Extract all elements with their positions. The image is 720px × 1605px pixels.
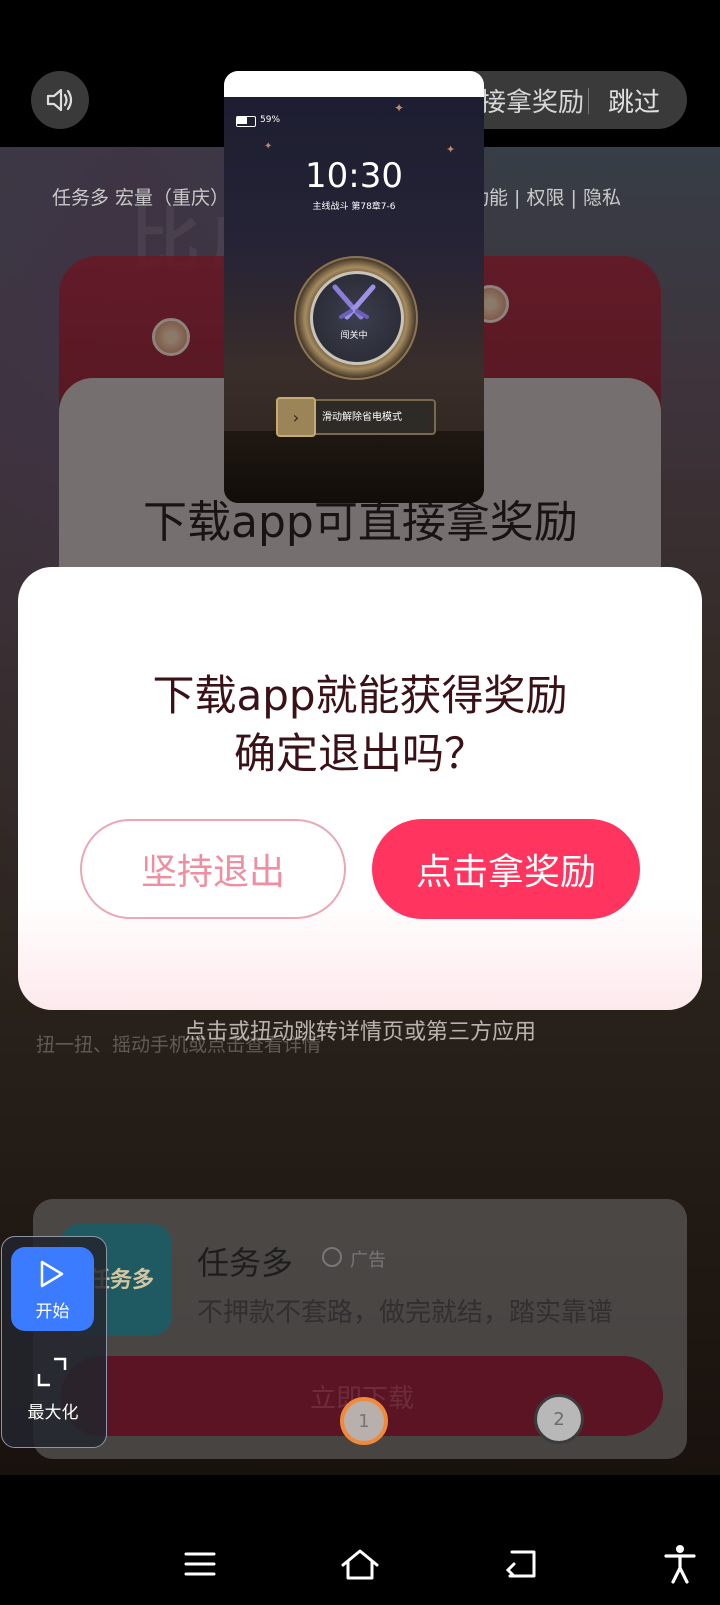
ad-tag-icon bbox=[322, 1247, 342, 1267]
maximize-label[interactable]: 最大化 bbox=[1, 1398, 105, 1423]
company-info: 任务多 宏量（重庆） bbox=[52, 187, 230, 209]
phone-preview: 59% ✦ ✦ ✦ 10:30 主线战斗 第78章7-6 闯关中 › 滑动解除省… bbox=[224, 71, 484, 503]
slide-knob-icon: › bbox=[276, 397, 316, 437]
pill-divider bbox=[588, 88, 589, 114]
accessibility-icon[interactable] bbox=[656, 1540, 704, 1588]
battery-fill bbox=[237, 117, 247, 124]
twist-hint: 点击或扭动跳转详情页或第三方应用 bbox=[183, 1020, 536, 1045]
app-description: 不押款不套路，做完就结，踏实靠谱 bbox=[197, 1298, 614, 1328]
star-icon: ✦ bbox=[264, 141, 273, 152]
phone-top-strip bbox=[224, 71, 484, 97]
phone-subtitle: 主线战斗 第78章7-6 bbox=[312, 202, 396, 212]
sound-button[interactable] bbox=[31, 71, 89, 129]
touch-marker-1: 1 bbox=[340, 1397, 388, 1445]
app-name: 任务多 bbox=[197, 1244, 294, 1282]
home-icon[interactable] bbox=[336, 1540, 384, 1588]
badge-label: 闯关中 bbox=[340, 331, 368, 341]
star-icon: ✦ bbox=[394, 101, 405, 115]
back-icon[interactable] bbox=[496, 1540, 544, 1588]
menu-icon[interactable] bbox=[176, 1540, 224, 1588]
skip-button[interactable]: 跳过 bbox=[608, 82, 660, 119]
start-label: 开始 bbox=[35, 1302, 70, 1322]
battery-text: 59% bbox=[260, 115, 281, 125]
phone-time: 10:30 bbox=[305, 156, 403, 196]
get-reward-button[interactable]: 点击拿奖励 bbox=[372, 819, 640, 919]
dialog-message-line2: 确定退出吗？ bbox=[233, 729, 486, 778]
crossed-swords-icon bbox=[332, 284, 376, 320]
exit-button[interactable]: 坚持退出 bbox=[80, 819, 346, 919]
slide-label: 滑动解除省电模式 bbox=[322, 412, 402, 423]
permission-links[interactable]: 功能 | 权限 | 隐私 bbox=[470, 183, 621, 210]
play-icon bbox=[40, 1260, 64, 1288]
reward-link[interactable]: 接拿奖励 bbox=[480, 82, 584, 119]
touch-marker-2: 2 bbox=[534, 1394, 584, 1444]
star-icon: ✦ bbox=[446, 143, 456, 156]
maximize-icon[interactable] bbox=[36, 1356, 68, 1388]
exit-dialog bbox=[18, 567, 702, 1010]
tree-silhouette bbox=[224, 431, 484, 503]
dialog-message-line1: 下载app就能获得奖励 bbox=[152, 671, 568, 720]
speaker-icon bbox=[46, 88, 73, 112]
ad-tag: 广告 bbox=[350, 1250, 386, 1271]
